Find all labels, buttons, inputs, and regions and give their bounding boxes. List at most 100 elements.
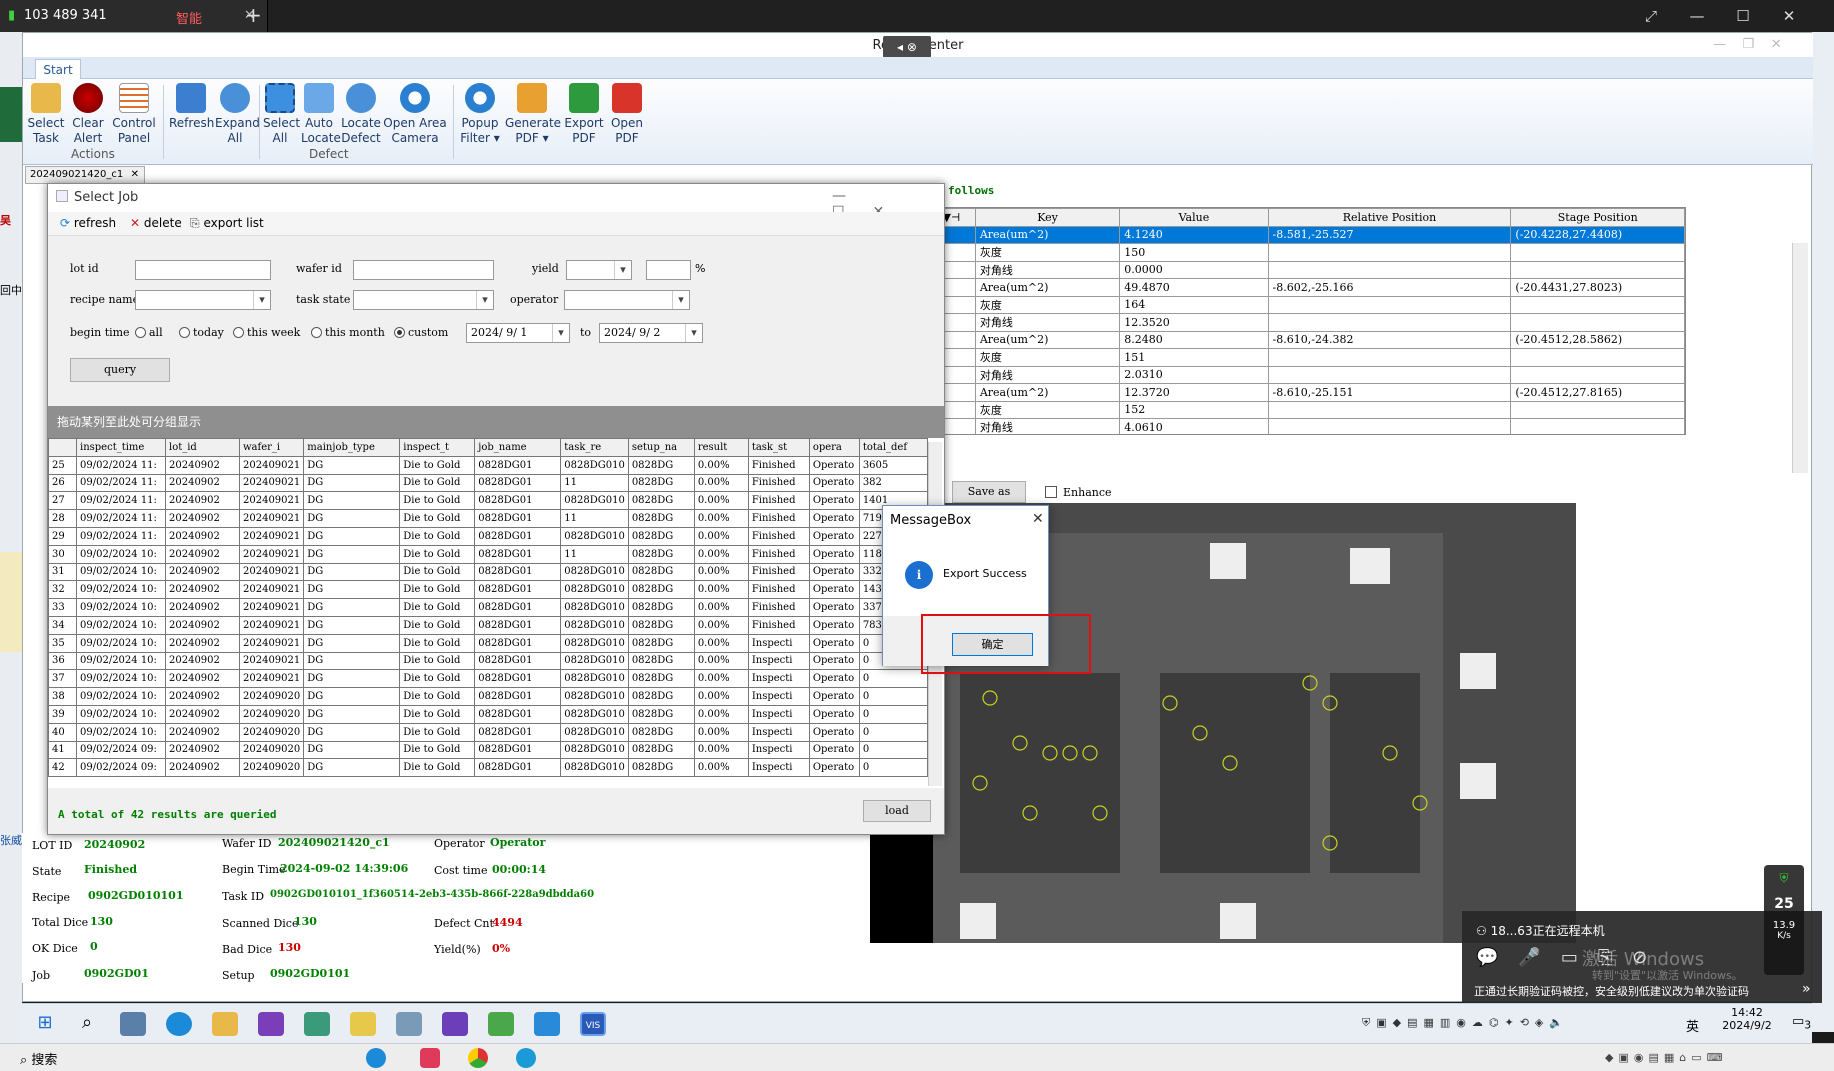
tray-icons[interactable]: ⛨▣◆▤▦▥◉☁⌬✦⟲◈🔈 [1362,1016,1569,1030]
defect-grid-row[interactable]: 灰度 151 [927,348,1685,367]
table-row[interactable]: 27 09/02/2024 11: 20240902 202409021 DG Die t… [48,491,928,511]
task-state-select[interactable] [353,290,494,310]
export-pdf-button[interactable]: Export PDF [563,83,605,146]
load-button[interactable]: load [863,800,931,822]
table-row[interactable]: 37 09/02/2024 10: 20240902 202409021 DG Die t… [48,669,928,689]
vis-app-icon[interactable]: VIS [580,1012,606,1036]
select-task-button[interactable]: Select Task [27,83,65,146]
table-row[interactable]: 34 09/02/2024 10: 20240902 202409021 DG Die t… [48,615,928,635]
camera-app-icon[interactable] [120,1012,146,1036]
select-all-button[interactable]: Select All [263,83,300,146]
table-row[interactable]: 25 09/02/2024 11: 20240902 202409021 DG Die t… [48,455,928,475]
column-header[interactable]: setup_na [627,438,695,457]
enhance-checkbox[interactable]: Enhance [1045,486,1112,499]
save-as-button[interactable]: Save as [952,481,1026,503]
defect-grid-row[interactable]: Area(um^2) 4.1240 -8.581,-25.527 (-20.4228,… [927,225,1685,244]
header-value[interactable]: Value [1119,208,1269,227]
folder-app-icon[interactable] [350,1012,376,1036]
yield-input[interactable] [646,260,691,280]
table-row[interactable]: 31 09/02/2024 10: 20240902 202409021 DG Die t… [48,562,928,582]
job-grid[interactable]: inspect_time lot_id wafer_i mainjob_type ins… [48,438,944,788]
defect-property-grid[interactable]: ▼⊣ Key Value Relative Position Stage Pos… [926,207,1686,435]
locate-defect-button[interactable]: Locate Defect [341,83,381,146]
host-app-icon[interactable] [420,1048,440,1068]
export-list-button[interactable]: ⎘ export list [190,216,264,231]
app-icon-3[interactable] [488,1012,514,1036]
recipe-name-select[interactable] [135,290,271,310]
table-row[interactable]: 28 09/02/2024 11: 20240902 202409021 DG Die t… [48,509,928,528]
table-row[interactable]: 42 09/02/2024 09: 20240902 202409020 DG Die t… [48,758,928,778]
radio-today[interactable]: today [179,326,224,339]
host-edge-icon-2[interactable] [516,1048,536,1068]
open-pdf-button[interactable]: Open PDF [609,83,645,146]
column-header[interactable]: inspect_t [399,438,476,457]
delete-tool-button[interactable]: ✕ delete [130,216,182,230]
host-chrome-icon[interactable] [468,1048,488,1068]
clear-alert-button[interactable]: Clear Alert [69,83,107,146]
radio-this-week[interactable]: this week [233,326,300,339]
maximize-icon[interactable]: ☐ [1720,0,1766,32]
explorer-icon[interactable] [212,1012,238,1036]
radio-this-month[interactable]: this month [311,326,385,339]
defect-grid-row[interactable]: 对角线 12.3520 [927,313,1685,332]
visual-studio-icon-2[interactable] [442,1012,468,1036]
table-row[interactable]: 32 09/02/2024 10: 20240902 202409021 DG Die t… [48,580,928,600]
app-icon-2[interactable] [396,1012,422,1036]
header-key[interactable]: Key [974,208,1121,227]
radio-custom[interactable]: custom [394,326,448,339]
close-doc-icon[interactable]: ✕ [131,167,139,183]
host-search[interactable]: ⌕ 搜索 [20,1049,57,1068]
refresh-tool-button[interactable]: ⟳ refresh [60,216,116,230]
header-relative-position[interactable]: Relative Position [1267,208,1512,227]
defect-grid-row[interactable]: Area(um^2) 12.3720 -8.610,-25.151 (-20.4512… [927,383,1685,402]
table-row[interactable]: 39 09/02/2024 10: 20240902 202409020 DG Die t… [48,704,928,724]
open-area-camera-button[interactable]: Open Area Camera [383,83,447,146]
column-header[interactable]: job_name [474,438,562,457]
date-to-picker[interactable]: 2024/ 9/ 2 [599,323,703,343]
defect-grid-row[interactable]: Area(um^2) 49.4870 -8.602,-25.166 (-20.4431… [927,278,1685,297]
yield-operator-select[interactable] [566,260,632,280]
message-box-close-icon[interactable]: ✕ [1032,511,1044,527]
ime-indicator[interactable]: 英 [1686,1016,1699,1035]
column-header[interactable]: inspect_time [76,438,166,457]
date-from-picker[interactable]: 2024/ 9/ 1 [466,323,570,343]
edge-icon[interactable] [166,1012,192,1036]
expand-all-button[interactable]: Expand All [215,83,260,146]
host-edge-icon[interactable] [366,1048,386,1068]
column-header[interactable]: task_st [747,438,810,457]
app-window-controls[interactable]: — ❐ ✕ [1713,37,1782,52]
query-button[interactable]: query [70,358,170,382]
tab-start[interactable]: Start [35,59,81,80]
lot-id-input[interactable] [135,260,271,280]
table-row[interactable]: 41 09/02/2024 09: 20240902 202409020 DG Die t… [48,740,928,760]
header-stage-position[interactable]: Stage Position [1510,208,1685,227]
app-icon-4[interactable] [534,1012,560,1036]
refresh-button[interactable]: Refresh [169,83,214,131]
table-row[interactable]: 29 09/02/2024 11: 20240902 202409021 DG Die t… [48,526,928,546]
column-header[interactable]: total_def [858,438,928,457]
table-row[interactable]: 38 09/02/2024 10: 20240902 202409020 DG Die t… [48,687,928,706]
defect-grid-row[interactable]: 对角线 4.0610 [927,418,1685,434]
column-header[interactable]: opera [808,438,860,457]
defect-grid-row[interactable]: Area(um^2) 8.2480 -8.610,-24.382 (-20.4512,… [927,330,1685,349]
chevron-right-icon[interactable]: » [1802,981,1811,997]
defect-grid-row[interactable]: 灰度 152 [927,400,1685,419]
column-header[interactable]: mainjob_type [303,438,401,457]
column-header[interactable]: lot_id [165,438,240,457]
radio-all[interactable]: all [135,326,163,339]
wafer-id-input[interactable] [353,260,494,280]
remote-toolbar[interactable]: ◂ ⊗ [883,36,931,58]
visual-studio-icon[interactable] [258,1012,284,1036]
start-icon[interactable]: ⊞ [32,1012,58,1036]
minimize-icon[interactable]: — [1674,0,1720,32]
table-row[interactable]: 40 09/02/2024 10: 20240902 202409020 DG Die t… [48,722,928,742]
defect-grid-row[interactable]: 灰度 150 [927,243,1685,262]
control-panel-button[interactable]: Control Panel [111,83,157,146]
column-header[interactable]: task_re [560,438,629,457]
notification-icon[interactable]: ▭3 [1792,1014,1811,1032]
table-row[interactable]: 36 09/02/2024 10: 20240902 202409021 DG Die t… [48,651,928,671]
add-tab-button[interactable]: + [245,3,262,27]
popup-filter-button[interactable]: Popup Filter ▾ [459,83,501,146]
clock[interactable]: 14:42 2024/9/2 [1712,1006,1782,1032]
document-tab[interactable]: 202409021420_c1 ✕ [25,166,145,184]
